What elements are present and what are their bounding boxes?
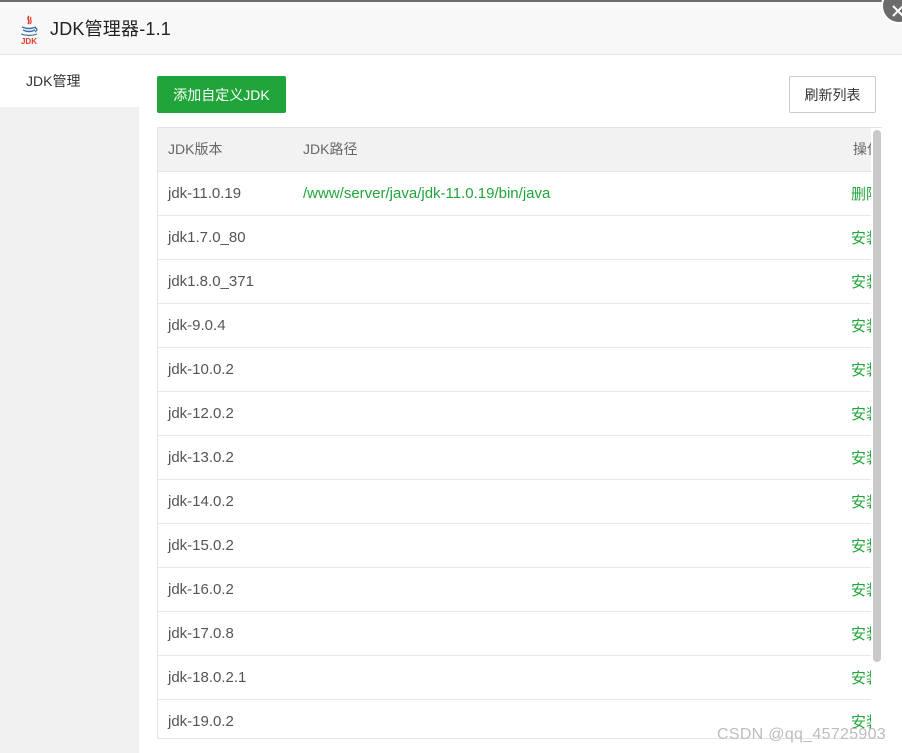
version-cell: jdk-12.0.2 bbox=[158, 391, 303, 436]
version-cell: jdk-10.0.2 bbox=[158, 347, 303, 392]
sidebar: JDK管理 bbox=[0, 55, 139, 753]
watermark: CSDN @qq_45725903 bbox=[717, 726, 887, 743]
version-cell: jdk-17.0.8 bbox=[158, 611, 303, 656]
path-cell: /www/server/java/jdk-11.0.19/bin/java bbox=[303, 171, 803, 216]
version-cell: jdk-9.0.4 bbox=[158, 303, 303, 348]
table-row: jdk-12.0.2 安装 bbox=[158, 391, 882, 436]
header-path: JDK路径 bbox=[303, 128, 803, 172]
table-row: jdk-14.0.2 安装 bbox=[158, 479, 882, 524]
path-cell bbox=[303, 611, 803, 656]
table-header-row: JDK版本 JDK路径 操作 bbox=[158, 128, 882, 172]
header-version: JDK版本 bbox=[158, 128, 303, 172]
path-cell bbox=[303, 655, 803, 700]
path-cell bbox=[303, 523, 803, 568]
icon-label: JDK bbox=[21, 37, 37, 46]
table-row: jdk-9.0.4 安装 bbox=[158, 303, 882, 348]
table-row: jdk1.8.0_371 安装 bbox=[158, 259, 882, 304]
table-row: jdk-11.0.19 /www/server/java/jdk-11.0.19… bbox=[158, 171, 882, 216]
version-cell: jdk-18.0.2.1 bbox=[158, 655, 303, 700]
version-cell: jdk1.8.0_371 bbox=[158, 259, 303, 304]
version-cell: jdk-15.0.2 bbox=[158, 523, 303, 568]
path-cell bbox=[303, 347, 803, 392]
version-cell: jdk-19.0.2 bbox=[158, 699, 303, 738]
table-row: jdk-15.0.2 安装 bbox=[158, 523, 882, 568]
scrollbar-thumb[interactable] bbox=[873, 130, 881, 662]
table-row: jdk-16.0.2 安装 bbox=[158, 567, 882, 612]
path-cell bbox=[303, 303, 803, 348]
table-row: jdk1.7.0_80 安装 bbox=[158, 215, 882, 260]
jdk-manager-dialog: JDK JDK管理器-1.1 JDK管理 添加自定义JDK 刷新列表 JDK版本… bbox=[0, 0, 902, 753]
path-cell bbox=[303, 479, 803, 524]
version-cell: jdk1.7.0_80 bbox=[158, 215, 303, 260]
version-cell: jdk-14.0.2 bbox=[158, 479, 303, 524]
table-body: jdk-11.0.19 /www/server/java/jdk-11.0.19… bbox=[158, 171, 882, 738]
refresh-list-button[interactable]: 刷新列表 bbox=[789, 76, 876, 113]
table-row: jdk-18.0.2.1 安装 bbox=[158, 655, 882, 700]
title-bar: JDK JDK管理器-1.1 bbox=[0, 2, 902, 55]
table-row: jdk-10.0.2 安装 bbox=[158, 347, 882, 392]
jdk-table: JDK版本 JDK路径 操作 jdk-11.0.19 /www/server/j… bbox=[158, 128, 882, 738]
sidebar-item-jdk-manage[interactable]: JDK管理 bbox=[0, 55, 139, 107]
table-row: jdk-17.0.8 安装 bbox=[158, 611, 882, 656]
window-title: JDK管理器-1.1 bbox=[50, 19, 172, 39]
path-cell bbox=[303, 391, 803, 436]
version-cell: jdk-16.0.2 bbox=[158, 567, 303, 612]
java-coffee-cup-icon: JDK bbox=[17, 14, 41, 46]
path-cell bbox=[303, 435, 803, 480]
version-cell: jdk-11.0.19 bbox=[158, 171, 303, 216]
path-cell bbox=[303, 567, 803, 612]
add-custom-jdk-button[interactable]: 添加自定义JDK bbox=[157, 76, 286, 113]
table-scrollbar[interactable] bbox=[871, 128, 882, 738]
path-cell bbox=[303, 259, 803, 304]
jdk-table-container: JDK版本 JDK路径 操作 jdk-11.0.19 /www/server/j… bbox=[157, 127, 882, 739]
table-row: jdk-13.0.2 安装 bbox=[158, 435, 882, 480]
path-cell bbox=[303, 215, 803, 260]
version-cell: jdk-13.0.2 bbox=[158, 435, 303, 480]
